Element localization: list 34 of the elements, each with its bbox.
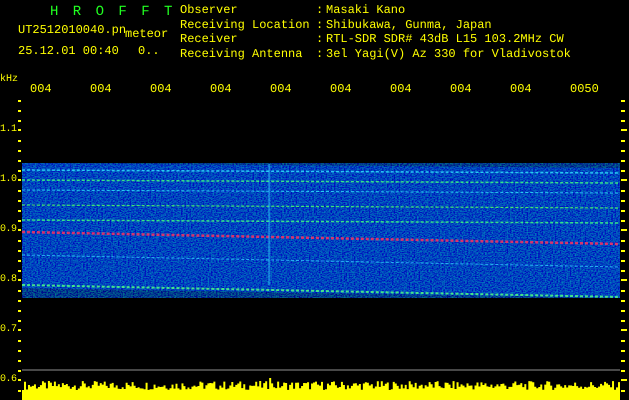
info-value: Masaki Kano: [326, 4, 406, 18]
info-separator: :: [316, 48, 324, 62]
app-title: H R O F F T: [49, 4, 176, 20]
timestamp: 25.12.01 00:40: [18, 44, 120, 58]
info-separator: :: [316, 33, 324, 48]
time-axis-label: 004: [209, 82, 233, 96]
time-axis-label: 004: [149, 82, 173, 96]
info-label: Receiver: [180, 33, 239, 48]
status-text: 0..: [138, 44, 160, 58]
tag-label: meteor: [125, 27, 168, 41]
info-label: Receiving Location: [180, 18, 311, 33]
info-value: RTL-SDR SDR# 43dB L15 103.2MHz CW: [326, 33, 565, 48]
info-value: 3el Yagi(V) Az 330 for Vladivostok: [326, 48, 571, 62]
frequency-axis-label: 0.9: [0, 224, 18, 236]
frequency-axis-label: 0.8: [0, 274, 18, 286]
time-axis-label: 004: [89, 82, 113, 96]
info-label: Receiving Antenna: [180, 48, 304, 62]
time-axis-label: 0050: [569, 82, 600, 96]
time-axis-label: 004: [389, 82, 413, 96]
info-separator: :: [316, 18, 324, 33]
time-axis-label: 004: [329, 82, 353, 96]
frequency-axis-label: 1.0: [0, 174, 18, 186]
frequency-axis-label: 1.1: [0, 124, 18, 136]
info-label: Observer: [180, 4, 239, 18]
time-axis-label: 004: [509, 82, 533, 96]
info-value: Shibukawa, Gunma, Japan: [326, 18, 493, 33]
frequency-axis-label: 0.7: [0, 324, 18, 336]
frequency-axis-label: 0.6: [0, 374, 18, 386]
file-name: UT2512010040.pn: [18, 23, 125, 37]
time-axis-label: 004: [269, 82, 293, 96]
info-separator: :: [316, 4, 324, 18]
time-axis-label: 004: [29, 82, 53, 96]
axis-unit-label: kHz: [0, 74, 20, 85]
time-axis-label: 004: [449, 82, 473, 96]
